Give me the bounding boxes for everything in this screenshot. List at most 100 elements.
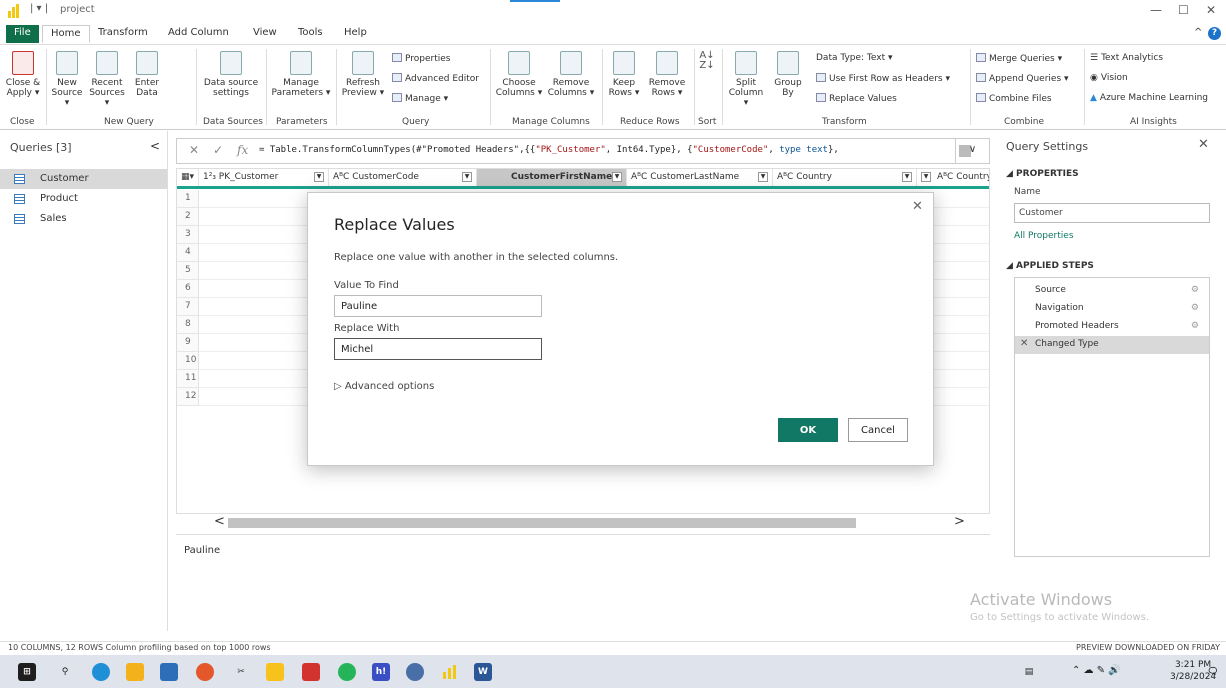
windows-start-icon[interactable]: ⊞ bbox=[18, 663, 36, 681]
manage-parameters-button[interactable]: Manage Parameters ▾ bbox=[270, 51, 332, 98]
data-type-dropdown[interactable]: Data Type: Text ▾ bbox=[816, 53, 893, 63]
replace-values-button[interactable]: Replace Values bbox=[816, 93, 897, 104]
tab-tools[interactable]: Tools bbox=[290, 25, 331, 43]
refresh-preview-button[interactable]: Refresh Preview ▾ bbox=[340, 51, 386, 98]
column-header-pk-customer[interactable]: 1²₃ PK_Customer ▼ bbox=[199, 169, 329, 186]
row-number[interactable]: 2 bbox=[177, 208, 199, 226]
append-queries-button[interactable]: Append Queries ▾ bbox=[976, 73, 1069, 84]
remove-columns-button[interactable]: Remove Columns ▾ bbox=[546, 51, 596, 98]
chevron-down-icon[interactable]: ▼ bbox=[314, 172, 324, 182]
choose-columns-button[interactable]: Choose Columns ▾ bbox=[494, 51, 544, 98]
whatsapp-icon[interactable] bbox=[338, 663, 356, 681]
recent-sources-button[interactable]: Recent Sources ▾ bbox=[86, 51, 128, 108]
row-number[interactable]: 8 bbox=[177, 316, 199, 334]
query-item-product[interactable]: Product bbox=[0, 189, 167, 209]
gear-icon[interactable]: ⚙ bbox=[1191, 285, 1199, 295]
help-icon[interactable]: ? bbox=[1208, 27, 1221, 40]
column-header-customer-first-name[interactable]: CustomerFirstName ▼ bbox=[477, 169, 627, 186]
close-window-button[interactable]: ✕ bbox=[1206, 3, 1216, 17]
news-widget-icon[interactable]: ▤ bbox=[1020, 663, 1038, 681]
powerbi-taskbar-icon[interactable] bbox=[440, 663, 458, 681]
collapse-ribbon-button[interactable]: ^ bbox=[1186, 25, 1210, 43]
chevron-down-icon[interactable]: ▼ bbox=[758, 172, 768, 182]
step-source[interactable]: Source ⚙ bbox=[1015, 282, 1209, 300]
query-item-sales[interactable]: Sales bbox=[0, 209, 167, 229]
advanced-editor-button[interactable]: Advanced Editor bbox=[392, 73, 479, 84]
cancel-formula-icon[interactable]: ✕ bbox=[189, 143, 199, 157]
scroll-thumb[interactable] bbox=[228, 518, 856, 528]
step-navigation[interactable]: Navigation ⚙ bbox=[1015, 300, 1209, 318]
edge-icon[interactable] bbox=[92, 663, 110, 681]
cancel-button[interactable]: Cancel bbox=[848, 418, 908, 442]
formula-input[interactable]: = Table.TransformColumnTypes(#"Promoted … bbox=[259, 145, 949, 155]
azure-ml-button[interactable]: ▲ Azure Machine Learning bbox=[1090, 93, 1208, 103]
group-by-button[interactable]: Group By bbox=[770, 51, 806, 98]
system-tray-icons[interactable]: ⌃ ☁ ✎ 🔊 bbox=[1072, 665, 1121, 676]
table-menu-icon[interactable]: ▦▾ bbox=[177, 169, 199, 186]
quick-access-toolbar[interactable]: | ▾ | bbox=[30, 3, 48, 14]
tab-transform[interactable]: Transform bbox=[90, 25, 156, 43]
scroll-left-icon[interactable]: < bbox=[214, 514, 225, 529]
all-properties-link[interactable]: All Properties bbox=[1014, 231, 1074, 241]
chevron-down-icon[interactable]: ▼ bbox=[462, 172, 472, 182]
row-number[interactable]: 12 bbox=[177, 388, 199, 406]
tab-add-column[interactable]: Add Column bbox=[160, 25, 237, 43]
sticky-notes-icon[interactable] bbox=[266, 663, 284, 681]
row-number[interactable]: 6 bbox=[177, 280, 199, 298]
file-explorer-icon[interactable] bbox=[126, 663, 144, 681]
gear-icon[interactable]: ⚙ bbox=[1191, 303, 1199, 313]
sort-ascending-button[interactable]: A↓ Z↓ bbox=[697, 51, 717, 71]
merge-queries-button[interactable]: Merge Queries ▾ bbox=[976, 53, 1062, 64]
tab-file[interactable]: File bbox=[6, 25, 39, 43]
tab-help[interactable]: Help bbox=[336, 25, 375, 43]
notification-icon[interactable]: 🗨 bbox=[1204, 663, 1222, 681]
new-source-button[interactable]: New Source ▾ bbox=[50, 51, 84, 108]
text-analytics-button[interactable]: ☰ Text Analytics bbox=[1090, 53, 1163, 63]
word-icon[interactable]: W bbox=[474, 663, 492, 681]
ok-button[interactable]: OK bbox=[778, 418, 838, 442]
horizontal-scrollbar[interactable]: < > bbox=[176, 514, 990, 532]
split-column-button[interactable]: Split Column ▾ bbox=[726, 51, 766, 108]
tab-home[interactable]: Home bbox=[42, 25, 90, 43]
expand-formula-button[interactable]: ∨ bbox=[955, 139, 989, 163]
gear-icon[interactable]: ⚙ bbox=[1191, 321, 1199, 331]
chrome-icon[interactable] bbox=[196, 663, 214, 681]
chevron-down-icon[interactable]: ▼ bbox=[612, 172, 622, 182]
paint-icon[interactable] bbox=[302, 663, 320, 681]
hi-app-icon[interactable]: h! bbox=[372, 663, 390, 681]
manage-button[interactable]: Manage ▾ bbox=[392, 93, 448, 104]
vision-button[interactable]: ◉ Vision bbox=[1090, 73, 1128, 83]
close-apply-button[interactable]: Close & Apply ▾ bbox=[4, 51, 42, 98]
close-dialog-icon[interactable]: ✕ bbox=[912, 199, 923, 214]
row-number[interactable]: 1 bbox=[177, 190, 199, 208]
minimize-button[interactable]: — bbox=[1150, 3, 1162, 17]
row-number[interactable]: 10 bbox=[177, 352, 199, 370]
scroll-right-icon[interactable]: > bbox=[954, 514, 965, 529]
data-source-settings-button[interactable]: Data source settings bbox=[200, 51, 262, 98]
store-icon[interactable] bbox=[160, 663, 178, 681]
combine-files-button[interactable]: Combine Files bbox=[976, 93, 1052, 104]
column-header-country[interactable]: AᴮC Country ▼ bbox=[773, 169, 917, 186]
close-settings-icon[interactable]: ✕ bbox=[1198, 137, 1209, 152]
remove-rows-button[interactable]: Remove Rows ▾ bbox=[644, 51, 690, 98]
restore-button[interactable]: ☐ bbox=[1178, 3, 1189, 17]
step-promoted-headers[interactable]: Promoted Headers ⚙ bbox=[1015, 318, 1209, 336]
enter-data-button[interactable]: Enter Data bbox=[130, 51, 164, 98]
advanced-options-toggle[interactable]: ▷ Advanced options bbox=[334, 381, 434, 392]
row-number[interactable]: 3 bbox=[177, 226, 199, 244]
confirm-formula-icon[interactable]: ✓ bbox=[213, 143, 223, 157]
row-number[interactable]: 4 bbox=[177, 244, 199, 262]
row-number[interactable]: 7 bbox=[177, 298, 199, 316]
keep-rows-button[interactable]: Keep Rows ▾ bbox=[606, 51, 642, 98]
chevron-down-icon[interactable]: ▼ bbox=[902, 172, 912, 182]
app-icon[interactable] bbox=[406, 663, 424, 681]
column-header-customer-last-name[interactable]: AᴮC CustomerLastName ▼ bbox=[627, 169, 773, 186]
value-to-find-input[interactable] bbox=[334, 295, 542, 317]
row-number[interactable]: 11 bbox=[177, 370, 199, 388]
replace-with-input[interactable] bbox=[334, 338, 542, 360]
search-icon[interactable]: ⚲ bbox=[56, 663, 74, 681]
chevron-down-icon[interactable]: ▼ bbox=[921, 172, 931, 182]
row-number[interactable]: 9 bbox=[177, 334, 199, 352]
delete-step-icon[interactable]: ✕ bbox=[1020, 338, 1028, 349]
tab-view[interactable]: View bbox=[245, 25, 285, 43]
